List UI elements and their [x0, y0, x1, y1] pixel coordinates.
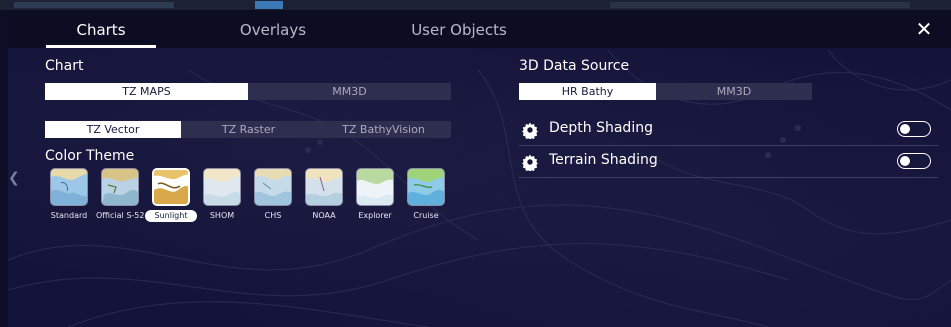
settings-panel: ❮ Charts Overlays User Objects ✕ Chart T…	[8, 10, 951, 327]
theme-sunlight-label: Sunlight	[145, 210, 197, 222]
theme-cruise[interactable]: Cruise	[402, 168, 450, 222]
theme-noaa-label: NOAA	[312, 211, 336, 220]
data-source-section-label: 3D Data Source	[519, 58, 630, 74]
color-theme-label: Color Theme	[45, 148, 135, 164]
theme-chs-thumbnail	[254, 168, 292, 206]
map-type-selector: TZ Vector TZ Raster TZ BathyVision	[45, 121, 451, 138]
theme-sunlight[interactable]: Sunlight	[145, 168, 197, 222]
data-source-hr-bathy[interactable]: HR Bathy	[519, 83, 656, 100]
tab-overlays[interactable]: Overlays	[218, 10, 328, 48]
theme-shom-thumbnail	[203, 168, 241, 206]
theme-noaa[interactable]: NOAA	[300, 168, 348, 222]
terrain-shading-label: Terrain Shading	[549, 152, 658, 168]
color-theme-list: Standard Official S-52 Sunlight SHOM CHS…	[45, 168, 445, 228]
theme-explorer[interactable]: Explorer	[351, 168, 399, 222]
map-type-tz-raster[interactable]: TZ Raster	[181, 121, 316, 138]
theme-explorer-thumbnail	[356, 168, 394, 206]
tab-charts[interactable]: Charts	[46, 10, 156, 48]
depth-shading-label: Depth Shading	[549, 120, 653, 136]
close-icon[interactable]: ✕	[912, 18, 936, 40]
theme-standard-label: Standard	[50, 211, 88, 220]
theme-shom-label: SHOM	[209, 211, 235, 220]
background-chart-strip	[0, 0, 951, 10]
gear-icon	[522, 154, 538, 171]
theme-standard-thumbnail	[50, 168, 88, 206]
depth-shading-row[interactable]: Depth Shading	[519, 114, 938, 146]
gear-icon	[522, 122, 538, 139]
theme-chs[interactable]: CHS	[249, 168, 297, 222]
terrain-shading-toggle[interactable]	[897, 153, 931, 169]
chart-option-tz-maps[interactable]: TZ MAPS	[45, 83, 248, 100]
chart-option-mm3d[interactable]: MM3D	[248, 83, 451, 100]
theme-cruise-label: Cruise	[413, 211, 439, 220]
data-source-mm3d[interactable]: MM3D	[656, 83, 812, 100]
theme-official-s52-thumbnail	[101, 168, 139, 206]
data-source-selector: HR Bathy MM3D	[519, 83, 812, 100]
theme-official-s52-label: Official S-52	[96, 211, 145, 220]
chart-source-selector: TZ MAPS MM3D	[45, 83, 451, 100]
theme-shom[interactable]: SHOM	[198, 168, 246, 222]
terrain-shading-row[interactable]: Terrain Shading	[519, 146, 938, 178]
theme-official-s52[interactable]: Official S-52	[96, 168, 144, 222]
tab-user-objects[interactable]: User Objects	[384, 10, 534, 48]
map-type-tz-vector[interactable]: TZ Vector	[45, 121, 181, 138]
theme-noaa-thumbnail	[305, 168, 343, 206]
theme-chs-label: CHS	[264, 211, 282, 220]
depth-shading-toggle[interactable]	[897, 121, 931, 137]
panel-collapse-handle[interactable]: ❮	[8, 166, 20, 190]
tab-bar: Charts Overlays User Objects ✕	[8, 10, 951, 48]
map-type-tz-bathyvision[interactable]: TZ BathyVision	[316, 121, 451, 138]
theme-sunlight-thumbnail	[152, 168, 190, 206]
theme-explorer-label: Explorer	[358, 211, 392, 220]
theme-standard[interactable]: Standard	[45, 168, 93, 222]
chart-section-label: Chart	[45, 58, 84, 74]
theme-cruise-thumbnail	[407, 168, 445, 206]
